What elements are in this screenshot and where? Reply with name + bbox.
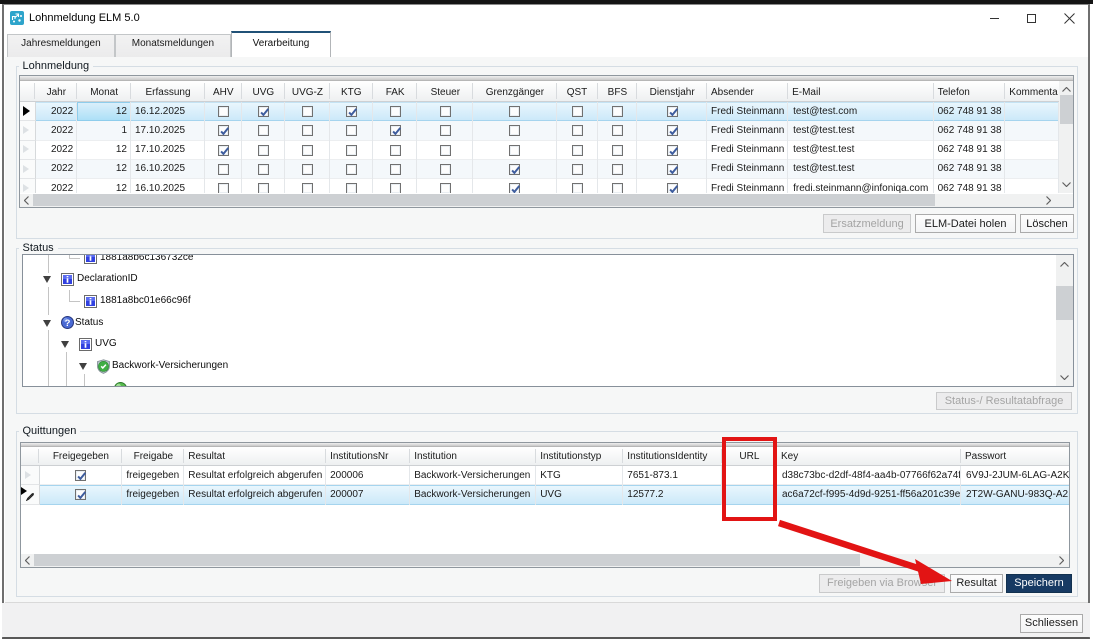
- svg-text:?: ?: [65, 318, 71, 329]
